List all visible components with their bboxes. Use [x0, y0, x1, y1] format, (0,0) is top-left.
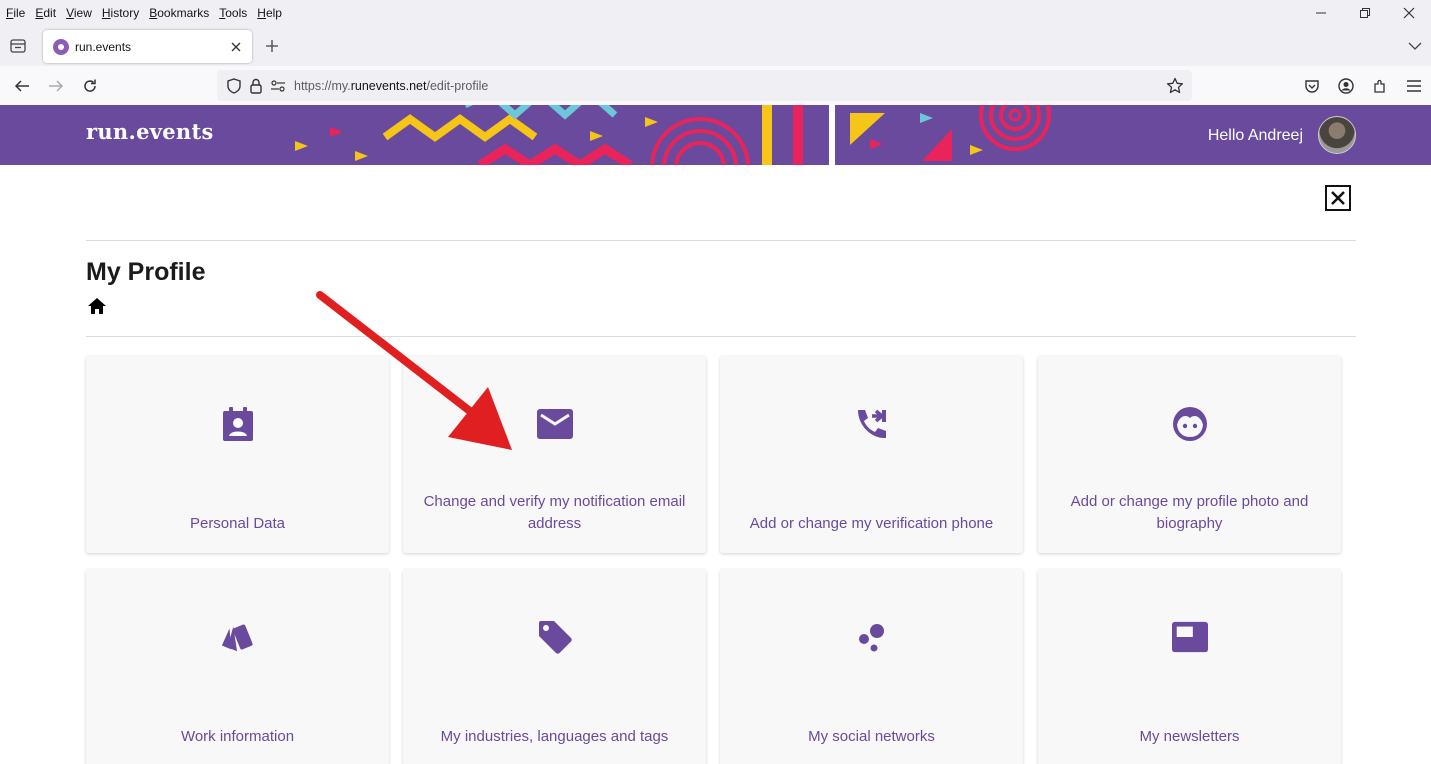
top-divider	[86, 240, 1356, 241]
permissions-icon[interactable]	[270, 78, 286, 94]
card-label: Personal Data	[189, 515, 286, 532]
card-profile-photo[interactable]: Add or change my profile photo and biogr…	[1038, 356, 1341, 553]
url-path: /edit-profile	[426, 78, 489, 93]
annotation-arrow	[316, 291, 512, 450]
close-icon	[1331, 191, 1345, 205]
menu-help[interactable]: Help	[257, 6, 282, 20]
card-label: My industries, languages and tags	[440, 728, 669, 745]
home-icon[interactable]	[87, 297, 107, 315]
toolbar-right	[1295, 75, 1431, 97]
url-bar[interactable]: https://my.runevents.net/edit-profile	[217, 70, 1192, 101]
forward-icon[interactable]	[45, 75, 67, 97]
tab-bar: run.events	[0, 26, 1431, 66]
tab-run-events[interactable]: run.events	[43, 30, 252, 63]
card-social-networks[interactable]: My social networks	[720, 569, 1023, 764]
menu-file[interactable]: File	[6, 6, 25, 20]
pocket-icon[interactable]	[1295, 75, 1329, 97]
close-page-button[interactable]	[1325, 185, 1351, 211]
bookmark-star-icon[interactable]	[1166, 77, 1184, 95]
face-icon	[1172, 406, 1208, 442]
tab-title: run.events	[75, 39, 132, 54]
back-icon[interactable]	[11, 75, 33, 97]
user-avatar[interactable]	[1318, 116, 1356, 154]
url-host: runevents.net	[350, 78, 427, 93]
newsletter-icon	[1171, 619, 1208, 655]
banner-decoration	[295, 105, 1051, 165]
menu-edit[interactable]: Edit	[35, 6, 56, 20]
menu-history[interactable]: History	[102, 6, 139, 20]
tab-list-icon[interactable]	[8, 36, 28, 56]
site-header: run.events Hello Andreej	[0, 105, 1431, 165]
tab-close-icon[interactable]	[226, 37, 246, 57]
window-controls	[1299, 0, 1431, 26]
new-tab-icon[interactable]	[262, 36, 282, 56]
card-label: My social networks	[808, 728, 935, 745]
card-label: Work information	[180, 728, 295, 745]
url-prefix: https://my.	[294, 78, 351, 93]
close-window-icon[interactable]	[1387, 0, 1431, 26]
card-phone[interactable]: Add or change my verification phone	[720, 356, 1023, 553]
card-work-information[interactable]: Work information	[86, 569, 389, 764]
page-title: My Profile	[86, 258, 206, 286]
bubbles-icon	[854, 619, 890, 655]
restore-icon[interactable]	[1343, 0, 1387, 26]
minimize-icon[interactable]	[1299, 0, 1343, 26]
cards-icon	[220, 619, 256, 655]
site-logo[interactable]: run.events	[86, 119, 214, 144]
card-label: Add or change my profile photo and biogr…	[1070, 493, 1309, 532]
url-text: https://my.runevents.net/edit-profile	[294, 79, 488, 93]
menu-view[interactable]: View	[66, 6, 92, 20]
card-label: Add or change my verification phone	[749, 515, 994, 532]
contact-calendar-icon	[220, 406, 256, 442]
user-greeting[interactable]: Hello Andreej	[1208, 127, 1303, 145]
card-industries[interactable]: My industries, languages and tags	[403, 569, 706, 764]
nav-bar: https://my.runevents.net/edit-profile	[0, 66, 1431, 105]
menu-bar: File Edit View History Bookmarks Tools H…	[0, 0, 1431, 26]
card-newsletters[interactable]: My newsletters	[1038, 569, 1341, 764]
phone-forward-icon	[854, 406, 890, 442]
email-icon	[536, 406, 573, 442]
favicon-icon	[53, 38, 69, 55]
tag-icon	[537, 619, 573, 655]
title-divider	[86, 336, 1356, 337]
lock-icon[interactable]	[248, 78, 264, 94]
card-label: Change and verify my notification email …	[423, 493, 686, 532]
reload-icon[interactable]	[79, 75, 101, 97]
extensions-icon[interactable]	[1363, 75, 1397, 97]
tracking-protection-icon[interactable]	[226, 77, 242, 94]
account-icon[interactable]	[1329, 75, 1363, 97]
card-label: My newsletters	[1139, 728, 1240, 745]
chevron-down-icon[interactable]	[1405, 36, 1425, 56]
hamburger-menu-icon[interactable]	[1397, 75, 1431, 97]
menu-bookmarks[interactable]: Bookmarks	[149, 6, 209, 20]
menu-tools[interactable]: Tools	[219, 6, 247, 20]
